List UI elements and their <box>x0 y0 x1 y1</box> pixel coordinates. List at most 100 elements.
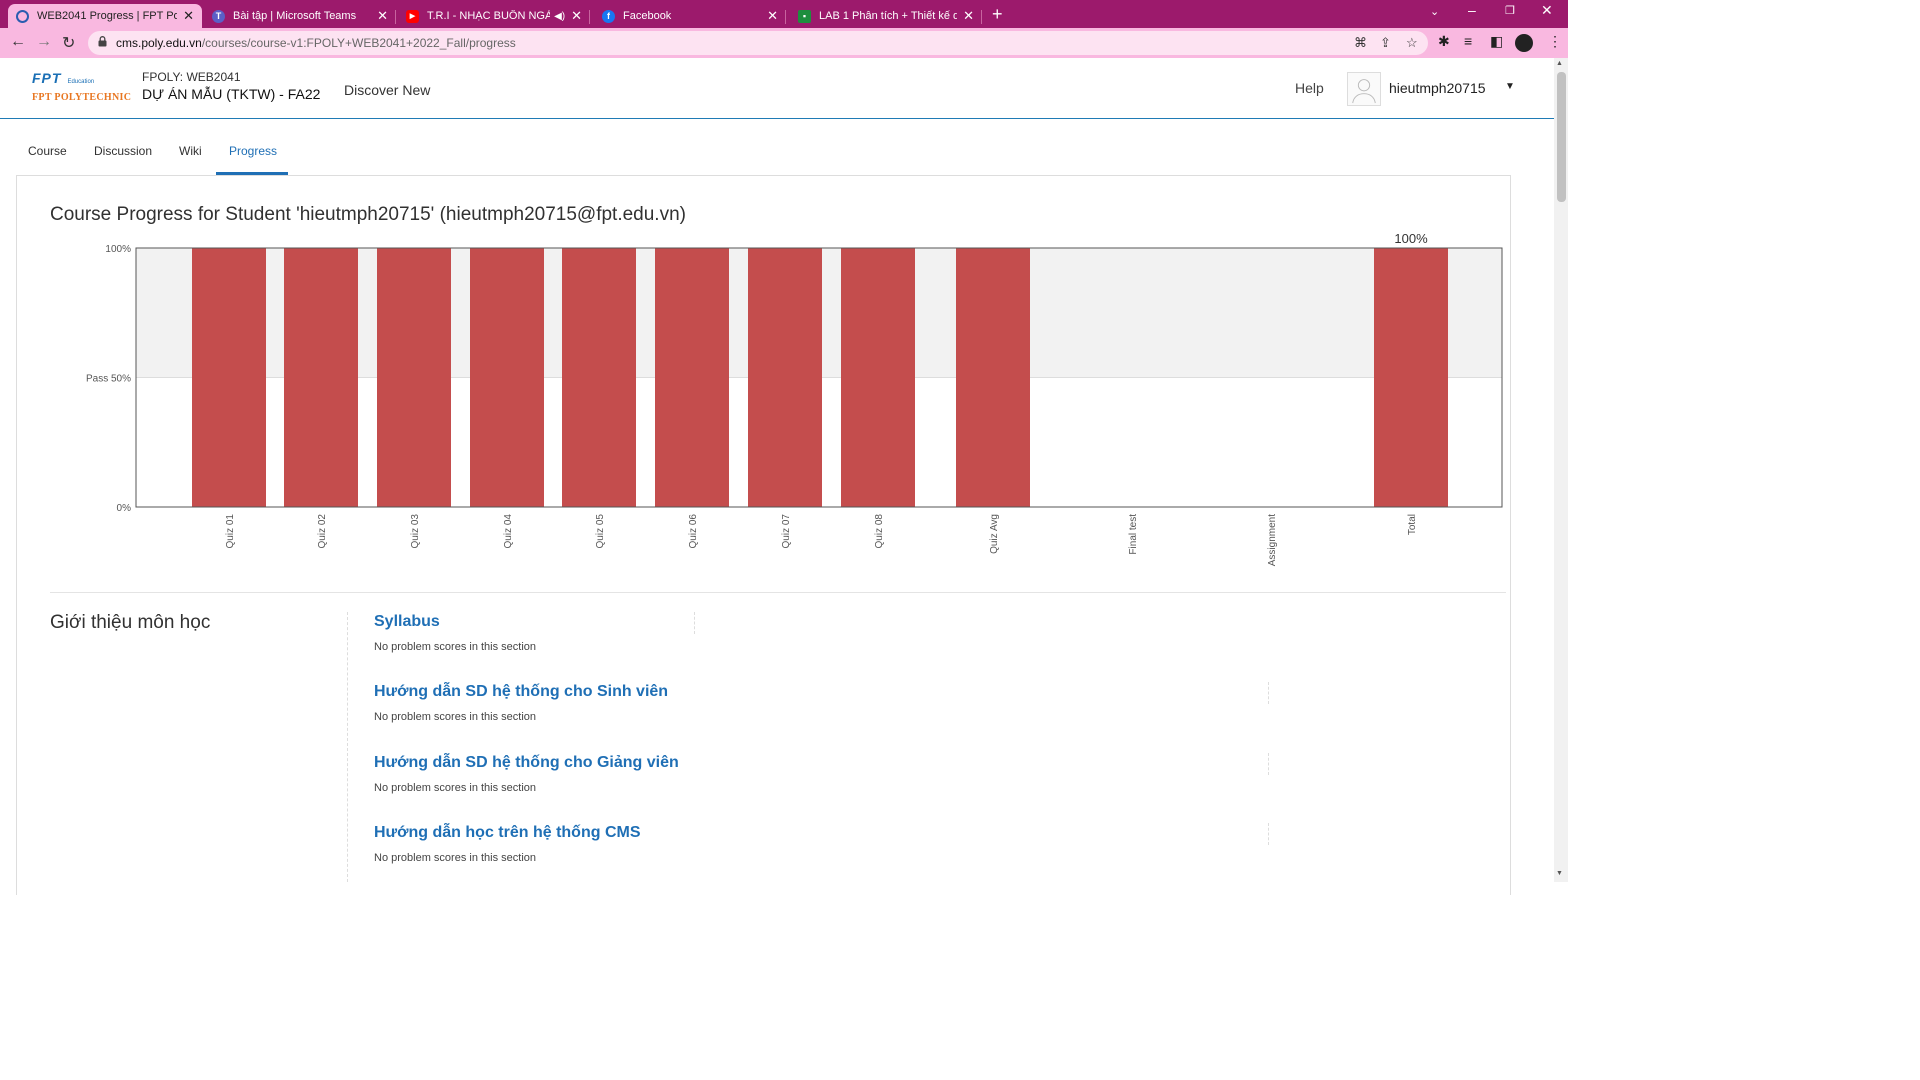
restore-icon[interactable]: ❐ <box>1505 4 1515 17</box>
close-window-icon[interactable]: ✕ <box>1541 2 1553 19</box>
x-tick-label: Quiz 03 <box>410 514 421 549</box>
user-avatar-icon <box>1352 79 1376 104</box>
share-icon[interactable]: ⇪ <box>1380 35 1391 51</box>
section-note: No problem scores in this section <box>374 782 537 794</box>
browser-tab-teams[interactable]: T Bài tập | Microsoft Teams ✕ <box>204 4 396 28</box>
browser-tab-youtube[interactable]: ▶ T.R.I - NHẠC BUỒN NGÀY 2... ◀) ✕ <box>398 4 590 28</box>
y-tick-label: 100% <box>105 244 131 255</box>
close-icon[interactable]: ✕ <box>571 8 582 24</box>
bar-quiz-08[interactable] <box>841 248 915 507</box>
bar-total[interactable] <box>1374 248 1448 507</box>
tab-title: Facebook <box>623 10 672 22</box>
side-panel-icon[interactable]: ◧ <box>1490 33 1503 50</box>
minimize-icon[interactable]: – <box>1468 2 1476 18</box>
back-icon[interactable]: ← <box>10 33 26 51</box>
avatar <box>1347 72 1381 106</box>
section-link-cms-guide[interactable]: Hướng dẫn học trên hệ thống CMS <box>374 824 641 842</box>
section-item: Syllabus No problem scores in this secti… <box>374 613 536 653</box>
classroom-icon: ▪ <box>798 9 811 23</box>
tab-progress[interactable]: Progress <box>229 144 277 158</box>
help-link[interactable]: Help <box>1295 80 1324 96</box>
chevron-down-icon[interactable]: ▼ <box>1505 81 1515 92</box>
section-item: Hướng dẫn SD hệ thống cho Giảng viên No … <box>374 754 679 794</box>
url-text: cms.poly.edu.vn/courses/course-v1:FPOLY+… <box>116 36 516 50</box>
translate-icon[interactable]: ⌘ <box>1354 35 1367 51</box>
more-menu-icon[interactable]: ⋮ <box>1548 33 1562 50</box>
profile-avatar-icon[interactable] <box>1515 34 1533 52</box>
speaker-icon[interactable]: ◀) <box>554 11 565 22</box>
tab-course[interactable]: Course <box>28 144 67 158</box>
tab-search-icon[interactable]: ⌄ <box>1430 5 1439 18</box>
section-item: Hướng dẫn SD hệ thống cho Sinh viên No p… <box>374 683 668 723</box>
bar-quiz-06[interactable] <box>655 248 729 507</box>
logo-edu: Education <box>67 79 95 85</box>
bar-quiz-avg[interactable] <box>956 248 1030 507</box>
url-field[interactable]: cms.poly.edu.vn/courses/course-v1:FPOLY+… <box>88 31 1428 55</box>
course-tabs: Course Discussion Wiki Progress <box>0 119 1554 175</box>
bookmark-star-icon[interactable]: ☆ <box>1406 35 1418 51</box>
tab-title: LAB 1 Phân tích + Thiết kế dự án <box>819 10 958 22</box>
scroll-up-icon[interactable]: ▲ <box>1556 60 1563 67</box>
browser-tab-bar: WEB2041 Progress | FPT Polytechnic ✕ T B… <box>0 0 1568 28</box>
section-link-teacher-guide[interactable]: Hướng dẫn SD hệ thống cho Giảng viên <box>374 754 679 772</box>
bar-quiz-04[interactable] <box>470 248 544 507</box>
close-icon[interactable]: ✕ <box>767 8 778 24</box>
x-tick-label: Quiz 04 <box>503 514 514 549</box>
teams-icon: T <box>212 9 225 23</box>
forward-icon[interactable]: → <box>36 33 52 51</box>
bar-quiz-01[interactable] <box>192 248 266 507</box>
section-divider <box>50 592 1506 593</box>
fpt-polytechnic-logo[interactable]: FPT Education FPT POLYTECHNIC <box>32 70 131 103</box>
browser-tab-facebook[interactable]: f Facebook ✕ <box>594 4 786 28</box>
bar-quiz-07[interactable] <box>748 248 822 507</box>
x-tick-label: Quiz 01 <box>225 514 236 549</box>
scroll-down-icon[interactable]: ▼ <box>1556 870 1563 877</box>
bar-quiz-03[interactable] <box>377 248 451 507</box>
new-tab-icon[interactable]: + <box>992 4 1003 25</box>
tab-separator <box>785 10 786 24</box>
x-tick-label: Final test <box>1128 514 1139 555</box>
x-tick-label: Quiz 02 <box>317 514 328 549</box>
section-note: No problem scores in this section <box>374 711 537 723</box>
logo-name: FPT POLYTECHNIC <box>32 92 132 103</box>
fpt-icon <box>16 9 29 23</box>
section-link-syllabus[interactable]: Syllabus <box>374 613 536 631</box>
username: hieutmph20715 <box>1389 80 1486 96</box>
x-tick-label: Quiz 06 <box>688 514 699 549</box>
section-note: No problem scores in this section <box>374 641 537 653</box>
x-tick-label: Total <box>1407 514 1418 535</box>
extensions-icon[interactable]: ✱ <box>1438 33 1450 50</box>
tab-title: WEB2041 Progress | FPT Polytechnic <box>37 10 178 22</box>
media-control-icon[interactable]: ≡ <box>1464 33 1472 49</box>
discover-new-link[interactable]: Discover New <box>344 82 430 98</box>
user-menu[interactable]: hieutmph20715 ▼ <box>1347 72 1527 106</box>
lock-icon <box>98 36 107 47</box>
bar-quiz-05[interactable] <box>562 248 636 507</box>
close-icon[interactable]: ✕ <box>963 8 974 24</box>
tab-title: T.R.I - NHẠC BUỒN NGÀY 2... <box>427 10 551 22</box>
scrollbar-thumb[interactable] <box>1557 72 1566 202</box>
y-tick-label: Pass 50% <box>86 374 131 385</box>
reload-icon[interactable]: ↻ <box>62 33 75 53</box>
browser-tab-web2041[interactable]: WEB2041 Progress | FPT Polytechnic ✕ <box>8 4 202 28</box>
tab-discussion[interactable]: Discussion <box>94 144 152 158</box>
section-link-student-guide[interactable]: Hướng dẫn SD hệ thống cho Sinh viên <box>374 683 668 701</box>
x-tick-label: Assignment <box>1267 514 1278 566</box>
x-tick-label: Quiz 05 <box>595 514 606 549</box>
close-icon[interactable]: ✕ <box>183 8 194 24</box>
x-tick-label: Quiz 08 <box>874 514 885 549</box>
progress-chart-svg: Quiz 01 Quiz 02 Quiz 03 Quiz 04 Quiz 05 Quiz … <box>86 231 1503 566</box>
logo-brand: FPT <box>32 70 62 86</box>
chapter-title: Giới thiệu môn học <box>50 612 211 633</box>
bar-quiz-02[interactable] <box>284 248 358 507</box>
chapter-divider <box>347 612 348 882</box>
course-org: FPOLY: WEB2041 <box>142 70 241 84</box>
tab-separator <box>589 10 590 24</box>
tab-wiki[interactable]: Wiki <box>179 144 202 158</box>
section-note: No problem scores in this section <box>374 852 537 864</box>
close-icon[interactable]: ✕ <box>377 8 388 24</box>
tab-separator <box>981 10 982 24</box>
address-bar: ← → ↻ cms.poly.edu.vn/courses/course-v1:… <box>0 28 1568 58</box>
section-divider <box>694 612 695 634</box>
browser-tab-lab1[interactable]: ▪ LAB 1 Phân tích + Thiết kế dự án ✕ <box>790 4 982 28</box>
